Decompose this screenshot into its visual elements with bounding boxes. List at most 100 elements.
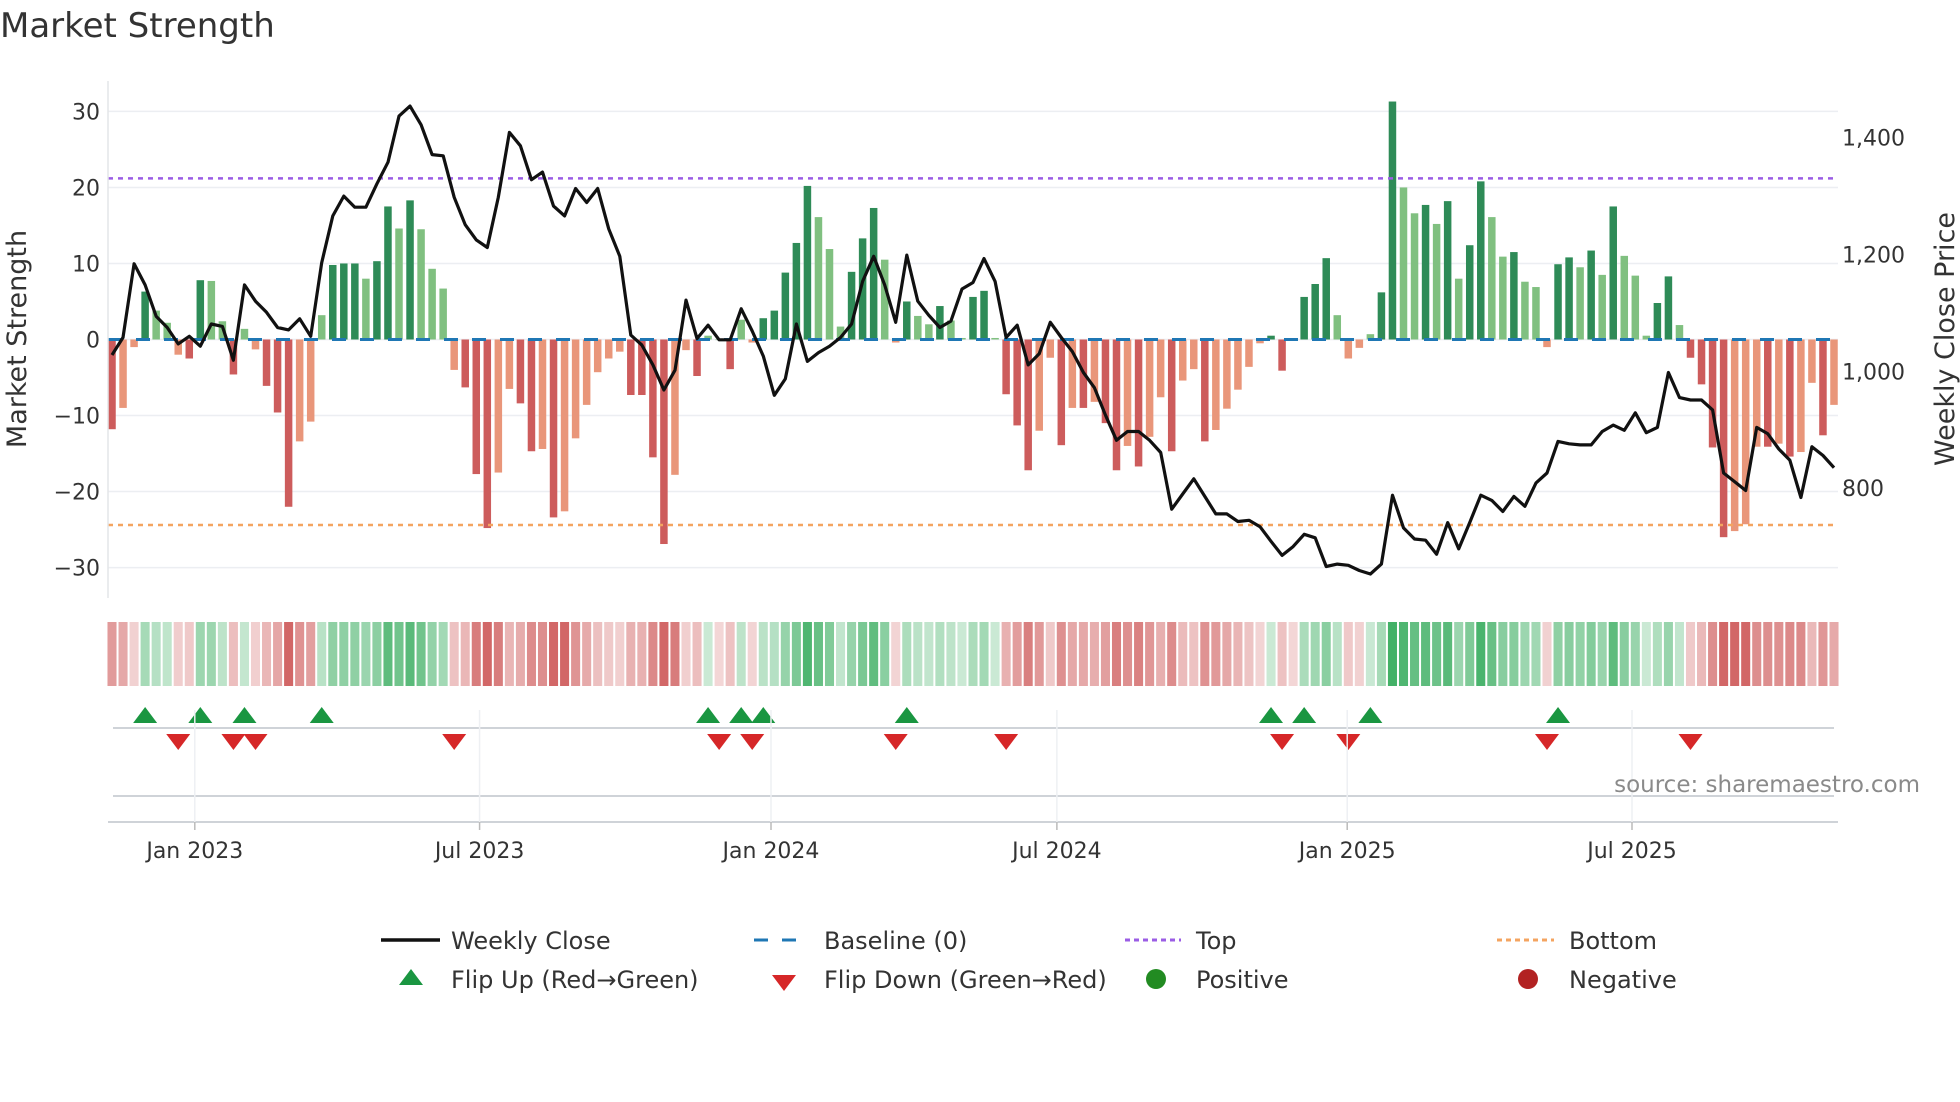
flip-up-marker: [232, 707, 257, 723]
heat-cell-positive: [1476, 622, 1486, 686]
strength-bar-negative: [185, 339, 194, 359]
heat-cell-positive: [1608, 622, 1618, 686]
x-axis: Jan 2023 Jul 2023 Jan 2024 Jul 2024 Jan 2025…: [108, 710, 1838, 864]
heat-cell-negative: [1277, 622, 1287, 686]
heat-cell-positive: [736, 622, 746, 686]
flip-down-marker: [1336, 734, 1361, 750]
heat-cell-negative: [593, 622, 603, 686]
heat-cell-negative: [747, 622, 757, 686]
strength-bar-positive: [384, 206, 392, 340]
heat-cell-positive: [1630, 622, 1640, 686]
strength-bar-positive: [803, 185, 812, 340]
heat-cell-positive: [1509, 622, 1519, 686]
strength-bar-negative: [1830, 339, 1838, 405]
strength-bar-negative: [660, 339, 668, 545]
flip-up-marker: [1358, 707, 1383, 723]
strength-bar-negative: [1741, 339, 1750, 525]
strength-bar-positive: [1443, 201, 1452, 340]
legend-top: Top: [1195, 927, 1237, 955]
heat-cell-positive: [1652, 622, 1662, 686]
legend-positive: Positive: [1196, 966, 1289, 994]
heat-cell-positive: [350, 622, 360, 686]
strength-bar-negative: [1808, 339, 1816, 383]
heat-cell-negative: [1045, 622, 1055, 686]
flip-up-marker: [309, 707, 334, 723]
heat-cell-negative: [118, 622, 128, 686]
heat-cell-negative: [1233, 622, 1243, 686]
heat-cell-positive: [968, 622, 978, 686]
heat-cell-positive: [769, 622, 779, 686]
strength-bar-negative: [1730, 339, 1739, 532]
heat-cell-positive: [206, 622, 216, 686]
strength-bar-positive: [991, 337, 999, 340]
flip-up-marker: [696, 707, 721, 723]
heat-cell-negative: [1685, 622, 1696, 686]
flip-down-marker: [740, 734, 765, 750]
heat-cell-negative: [692, 622, 702, 686]
heat-cell-negative: [659, 622, 669, 686]
heat-cell-positive: [1586, 622, 1596, 686]
heat-cell-negative: [1189, 622, 1199, 686]
legend-weekly-close: Weekly Close: [451, 927, 611, 955]
heat-cell-positive: [979, 622, 989, 686]
heat-cell-positive: [935, 622, 945, 686]
strength-bar-negative: [1355, 339, 1364, 348]
y-axis-label: Market Strength: [2, 230, 33, 448]
strength-bar-negative: [1819, 339, 1827, 436]
heat-cell-positive: [1299, 622, 1309, 686]
heat-cell-negative: [637, 622, 647, 686]
heat-cell-negative: [537, 622, 548, 686]
heat-cell-positive: [317, 622, 327, 686]
heat-cell-positive: [328, 622, 338, 686]
strength-bar-negative: [1046, 339, 1055, 358]
heat-cell-positive: [1663, 622, 1673, 686]
strength-bar-positive: [903, 301, 911, 340]
heat-cell-positive: [1421, 622, 1431, 686]
strength-bar-positive: [914, 315, 922, 340]
flip-down-marker: [1535, 734, 1559, 750]
strength-bar-negative: [1223, 339, 1231, 409]
heat-cell-positive: [1498, 622, 1508, 686]
strength-bar-positive: [770, 310, 779, 340]
heat-cell-positive: [427, 622, 437, 686]
heat-cell-negative: [670, 622, 680, 686]
strength-bar-positive: [1377, 292, 1386, 340]
strength-bar-positive: [141, 291, 149, 340]
reference-lines: [108, 177, 1838, 527]
heat-cell-positive: [1564, 622, 1574, 686]
heat-cell-positive: [1310, 622, 1320, 686]
strength-bar-negative: [505, 339, 514, 389]
heat-cell-negative: [273, 622, 283, 686]
heat-cell-positive: [880, 622, 890, 686]
strength-bar-positive: [737, 319, 745, 340]
strength-bar-positive: [362, 278, 370, 340]
heat-cell-negative: [471, 622, 481, 686]
strength-bar-positive: [1388, 101, 1397, 340]
heat-cell-negative: [1807, 622, 1817, 686]
heat-cell-positive: [151, 622, 161, 686]
strength-bar-negative: [726, 339, 734, 370]
heat-cell-negative: [1255, 622, 1265, 686]
y2-tick-label: 1,400: [1842, 127, 1905, 152]
legend-flip-up: Flip Up (Red→Green): [451, 966, 699, 994]
strength-bar-positive: [1465, 245, 1474, 340]
strength-bar-negative: [560, 339, 569, 512]
strength-bar-negative: [1797, 339, 1805, 453]
heat-cell-negative: [1222, 622, 1232, 686]
strength-bar-negative: [494, 339, 503, 473]
heat-cell-positive: [195, 622, 205, 686]
strength-bar-positive: [1432, 223, 1441, 340]
heat-cell-positive: [1454, 622, 1464, 686]
heat-cell-positive: [1531, 622, 1541, 686]
heat-cell-negative: [173, 622, 183, 686]
heat-cell-positive: [383, 622, 393, 686]
heat-cell-negative: [714, 622, 724, 686]
heat-cell-positive: [836, 622, 846, 686]
strength-bar-positive: [1333, 315, 1342, 340]
flip-up-marker: [188, 707, 213, 723]
heat-cell-negative: [1078, 622, 1088, 686]
heat-cell-positive: [847, 622, 857, 686]
strength-bar-negative: [682, 339, 690, 351]
flip-down-marker: [243, 734, 268, 750]
heat-cell-negative: [284, 622, 294, 686]
